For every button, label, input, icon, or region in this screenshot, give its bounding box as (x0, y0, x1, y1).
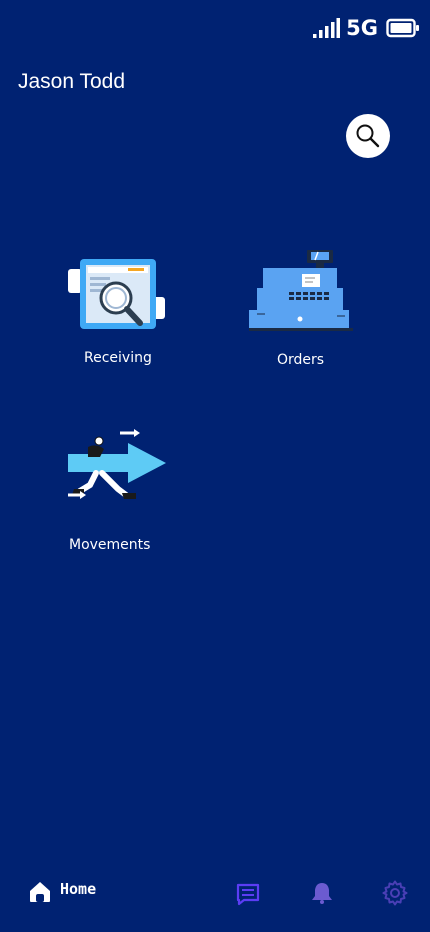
nav-home[interactable]: Home (28, 880, 97, 902)
battery-icon (386, 18, 419, 38)
tile-movements-label: Movements (69, 537, 151, 553)
signal-icon (313, 18, 341, 38)
bottom-nav: Home (0, 872, 430, 914)
tile-orders-label: Orders (277, 352, 325, 368)
nav-messages[interactable] (236, 882, 260, 906)
bell-icon (312, 883, 332, 904)
home-icon (30, 882, 50, 902)
status-bar: 5G (312, 14, 420, 42)
nav-notifications[interactable] (310, 881, 334, 905)
user-name: Jason Todd (18, 70, 126, 93)
cash-register-illustration (249, 250, 353, 331)
messages-icon (236, 883, 260, 906)
search-icon (356, 124, 380, 148)
search-button[interactable] (346, 114, 390, 158)
nav-settings[interactable] (382, 880, 408, 906)
movements-illustration (68, 429, 166, 499)
network-label: 5G (346, 15, 378, 40)
nav-home-label: Home (60, 880, 97, 898)
tile-receiving-label: Receiving (84, 350, 152, 366)
tile-orders[interactable]: Orders (240, 245, 360, 373)
tile-receiving[interactable]: Receiving (60, 250, 174, 375)
tile-movements[interactable]: Movements (60, 425, 175, 557)
receiving-illustration (68, 259, 165, 329)
gear-icon (382, 880, 408, 906)
